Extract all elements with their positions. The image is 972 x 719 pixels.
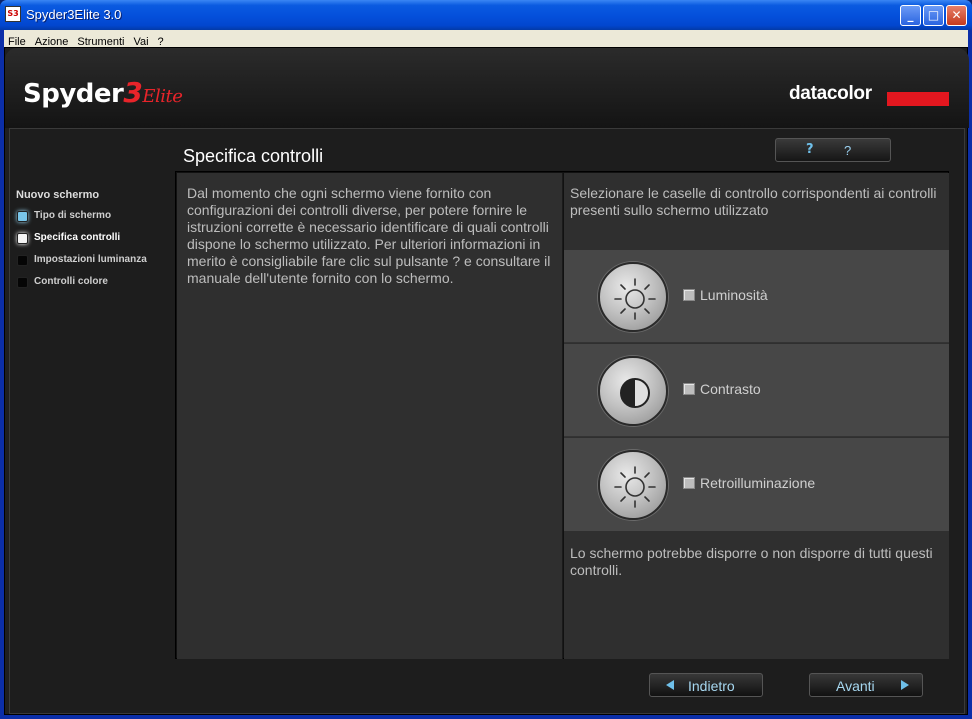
step-label: Tipo di schermo — [34, 210, 112, 221]
next-label: Avanti — [836, 678, 875, 694]
datacolor-logo: datacolor — [789, 83, 872, 104]
menu-vai[interactable]: Vai — [129, 34, 153, 48]
menu-file[interactable]: File — [4, 34, 31, 48]
control-row-contrasto: Contrasto — [564, 344, 949, 437]
back-button[interactable]: Indietro — [649, 673, 763, 697]
step-indicator — [17, 233, 28, 244]
brightness-icon — [598, 262, 668, 332]
close-button[interactable]: ✕ — [946, 5, 967, 26]
step-label: Controlli colore — [34, 276, 108, 287]
logo-word: Spyder — [23, 79, 124, 109]
contrast-icon — [598, 356, 668, 426]
content-area: Dal momento che ogni schermo viene forni… — [175, 171, 949, 659]
backlight-icon — [598, 450, 668, 520]
minimize-button[interactable]: _ — [900, 5, 921, 26]
logo-number: 3 — [123, 76, 143, 109]
app-window: S3 Spyder3Elite 3.0 _ □ ✕ File Azione Stru… — [0, 0, 972, 719]
help-label: ? — [844, 143, 852, 158]
help-button[interactable]: ? ? — [775, 138, 891, 162]
header: Spyder3Elite datacolor — [5, 48, 969, 128]
controls-footer: Lo schermo potrebbe disporre o non dispo… — [570, 545, 933, 578]
step-indicator — [17, 255, 28, 266]
page-title: Specifica controlli — [183, 146, 324, 166]
logo-suffix: Elite — [142, 86, 183, 107]
datacolor-logo-bar — [887, 92, 949, 106]
maximize-button[interactable]: □ — [923, 5, 944, 26]
retroilluminazione-label[interactable]: Retroilluminazione — [700, 475, 815, 491]
menu-bar: File Azione Strumenti Vai? — [4, 30, 968, 48]
menu-strumenti[interactable]: Strumenti — [73, 34, 129, 48]
step-label: Specifica controlli — [34, 232, 121, 243]
help-icon: ? — [806, 142, 814, 157]
app-icon: S3 — [5, 6, 21, 22]
title-bar[interactable]: S3 Spyder3Elite 3.0 _ □ ✕ — [0, 0, 972, 30]
window-title: Spyder3Elite 3.0 — [26, 7, 122, 22]
sidebar-title: Nuovo schermo — [16, 189, 100, 201]
app-client: Spyder3Elite datacolor Specifica control… — [4, 47, 969, 715]
contrasto-label[interactable]: Contrasto — [700, 381, 761, 397]
step-label: Impostazioni luminanza — [34, 254, 147, 265]
menu-azione[interactable]: Azione — [31, 34, 74, 48]
instructions-text: Dal momento che ogni schermo viene forni… — [187, 185, 551, 286]
luminosita-checkbox[interactable] — [683, 289, 695, 301]
back-label: Indietro — [688, 678, 735, 694]
contrasto-checkbox[interactable] — [683, 383, 695, 395]
luminosita-label[interactable]: Luminosità — [700, 287, 768, 303]
retroilluminazione-checkbox[interactable] — [683, 477, 695, 489]
spyder-logo: Spyder3Elite — [23, 76, 183, 109]
arrow-right-icon — [901, 680, 909, 690]
instructions-panel: Dal momento che ogni schermo viene forni… — [177, 173, 563, 659]
step-indicator — [17, 211, 28, 222]
arrow-left-icon — [666, 680, 674, 690]
controls-intro: Selezionare le caselle di controllo corr… — [570, 185, 937, 218]
control-row-luminosita: Luminosità — [564, 250, 949, 343]
control-row-retroilluminazione: Retroilluminazione — [564, 438, 949, 531]
controls-panel: Selezionare le caselle di controllo corr… — [564, 173, 949, 659]
menu-help[interactable]: ? — [154, 34, 169, 48]
step-indicator — [17, 277, 28, 288]
next-button[interactable]: Avanti — [809, 673, 923, 697]
